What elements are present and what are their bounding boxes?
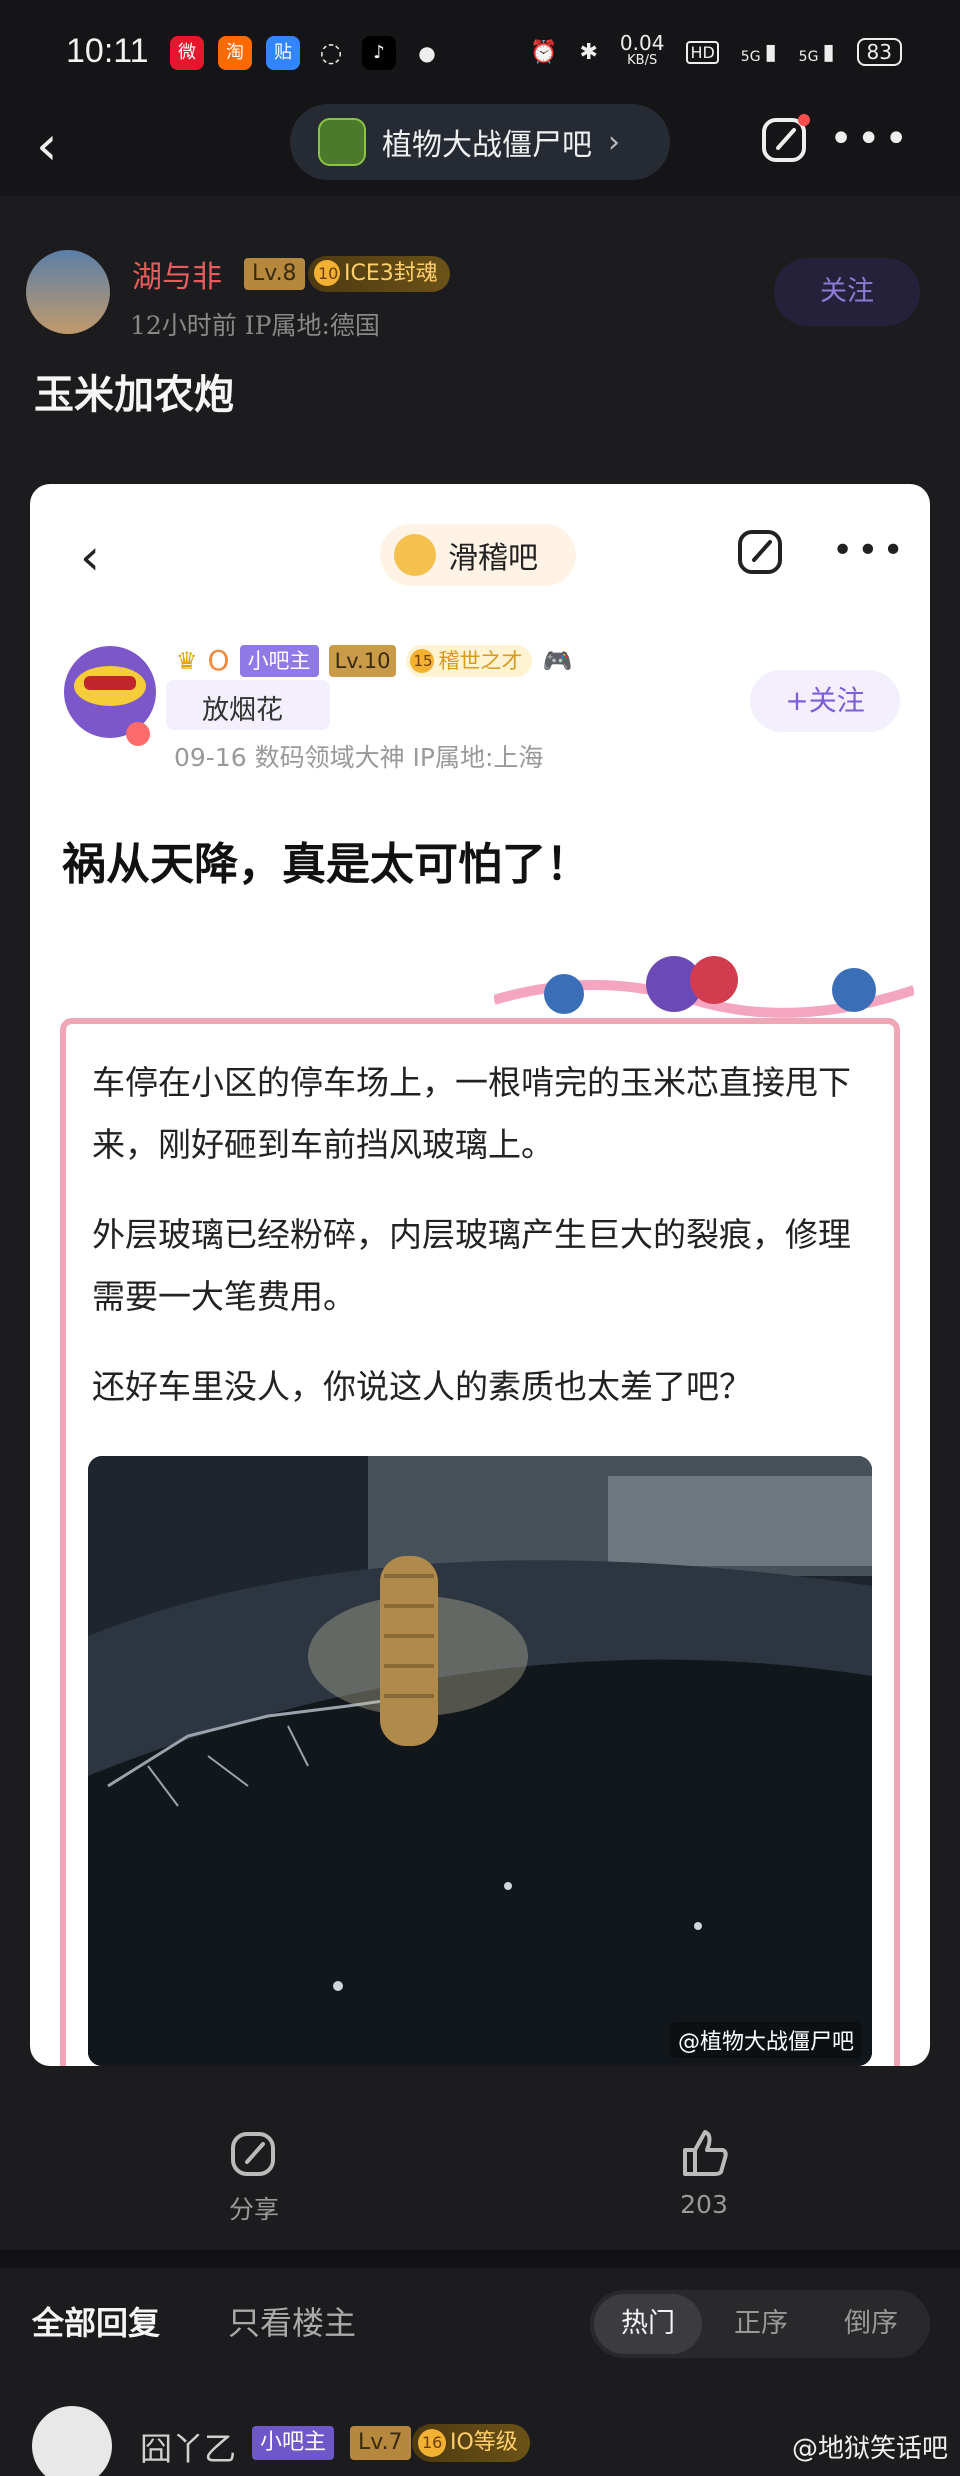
like-count: 203 bbox=[680, 2190, 728, 2219]
weibo-icon: 微 bbox=[170, 36, 204, 70]
status-bar: 10:11 微 淘 贴 ◌ ♪ ● ⏰ ✱ 0.04 KB/S HD 5G ▮ 5… bbox=[0, 0, 960, 110]
share-icon bbox=[231, 2132, 275, 2176]
photo-illustration bbox=[88, 1456, 872, 2066]
embedded-share-icon bbox=[738, 530, 782, 574]
embedded-medal-number: 15 bbox=[413, 651, 433, 670]
share-icon[interactable] bbox=[760, 112, 812, 164]
like-action[interactable]: 203 bbox=[634, 2126, 774, 2219]
embedded-medal: 15 稽世之才 bbox=[406, 644, 533, 677]
embedded-badges: ♛ O 小吧主 Lv.10 15 稽世之才 🎮 bbox=[176, 644, 572, 677]
body-paragraph-1: 车停在小区的停车场上，一根啃完的玉米芯直接甩下来，刚好砸到车前挡风玻璃上。 bbox=[92, 1063, 851, 1164]
tab-all-replies[interactable]: 全部回复 bbox=[32, 2298, 160, 2344]
embedded-medal-text: 稽世之才 bbox=[438, 648, 523, 673]
crown-icon: ♛ bbox=[176, 646, 198, 675]
site-watermark: @地狱笑话吧 bbox=[791, 2434, 948, 2464]
embedded-forum-chip: 滑稽吧 bbox=[380, 524, 576, 586]
embedded-screenshot[interactable]: ‹ 滑稽吧 ••• ♛ O 小吧主 Lv.10 15 稽世之才 🎮 放烟花 09… bbox=[30, 484, 930, 2066]
reply-author-name[interactable]: 囧丫乙 bbox=[140, 2424, 236, 2470]
role-badge: 小吧主 bbox=[239, 644, 319, 677]
embedded-body: 车停在小区的停车场上，一根啃完的玉米芯直接甩下来，刚好砸到车前挡风玻璃上。 外层… bbox=[92, 1052, 882, 1446]
medal-badge: 10 ICE3封魂 bbox=[308, 256, 450, 292]
tab-op-only[interactable]: 只看楼主 bbox=[228, 2298, 356, 2344]
embedded-meta: 09-16 数码领域大神 IP属地:上海 bbox=[174, 743, 544, 772]
embedded-more-icon: ••• bbox=[832, 530, 908, 571]
follow-button[interactable]: 关注 bbox=[774, 258, 920, 326]
bluetooth-icon: ✱ bbox=[579, 39, 598, 65]
reply-tabs: 全部回复 只看楼主 热门 正序 倒序 bbox=[0, 2268, 960, 2378]
more-icon[interactable]: ••• bbox=[829, 116, 912, 162]
messages-icon: ◌ bbox=[319, 38, 343, 68]
medal-number: 10 bbox=[318, 264, 339, 283]
net-speed: 0.04 KB/S bbox=[619, 31, 665, 70]
chevron-right-icon: › bbox=[608, 124, 620, 160]
tiktok-icon: ♪ bbox=[362, 36, 396, 70]
taobao-icon: 淘 bbox=[218, 36, 252, 70]
post-meta: 12小时前 IP属地:德国 bbox=[130, 311, 380, 340]
forum-avatar bbox=[318, 118, 366, 166]
status-indicators: ⏰ ✱ 0.04 KB/S HD 5G ▮ 5G ▮ 83 bbox=[530, 31, 902, 70]
share-action[interactable]: 分享 bbox=[184, 2126, 324, 2226]
embedded-tag: 放烟花 bbox=[166, 680, 330, 730]
net-label-2: 5G bbox=[798, 48, 819, 65]
body-paragraph-2: 外层玻璃已经粉碎，内层玻璃产生巨大的裂痕，修理需要一大笔费用。 bbox=[92, 1215, 851, 1316]
body-paragraph-3: 还好车里没人，你说这人的素质也太差了吧？ bbox=[92, 1367, 752, 1406]
forum-chip[interactable]: 植物大战僵尸吧 › bbox=[290, 104, 670, 180]
sort-hot[interactable]: 热门 bbox=[594, 2294, 702, 2354]
status-app-icons: 微 淘 贴 ◌ ♪ ● bbox=[170, 36, 444, 70]
author-avatar[interactable] bbox=[26, 250, 110, 334]
net-speed-value: 0.04 bbox=[619, 31, 665, 55]
section-divider bbox=[0, 2250, 960, 2268]
sort-desc[interactable]: 倒序 bbox=[844, 2290, 898, 2358]
signal-bars-icon: ▮ bbox=[822, 39, 835, 65]
post-title: 玉米加农炮 bbox=[34, 371, 234, 418]
photo-watermark: @植物大战僵尸吧 bbox=[669, 2022, 862, 2058]
level-badge: Lv.8 bbox=[244, 258, 305, 290]
embedded-forum-name: 滑稽吧 bbox=[448, 541, 538, 576]
signal-1: 5G ▮ bbox=[741, 40, 777, 65]
status-time: 10:11 bbox=[66, 32, 149, 70]
alarm-icon: ⏰ bbox=[530, 39, 558, 65]
top-nav: ‹ 植物大战僵尸吧 › ••• bbox=[0, 96, 960, 196]
reply-medal: 16 IO等级 bbox=[412, 2424, 530, 2462]
reply-level-badge: Lv.7 bbox=[350, 2426, 411, 2460]
net-label-1: 5G bbox=[740, 48, 761, 65]
embedded-avatar bbox=[64, 646, 156, 746]
battery-level: 83 bbox=[856, 38, 902, 66]
reply-medal-number: 16 bbox=[422, 2433, 443, 2452]
medal-text: ICE3封魂 bbox=[344, 261, 438, 286]
back-icon[interactable]: ‹ bbox=[36, 118, 58, 174]
reply-medal-text: IO等级 bbox=[450, 2430, 518, 2455]
forum-name: 植物大战僵尸吧 bbox=[382, 128, 592, 163]
net-speed-unit: KB/S bbox=[627, 53, 658, 68]
sort-asc[interactable]: 正序 bbox=[734, 2290, 788, 2358]
signal-bars-icon: ▮ bbox=[764, 39, 777, 65]
tieba-icon: 贴 bbox=[266, 36, 300, 70]
share-label: 分享 bbox=[228, 2195, 279, 2224]
embedded-follow-button: +关注 bbox=[750, 670, 900, 732]
author-name[interactable]: 湖与非 bbox=[132, 252, 222, 296]
hd-icon: HD bbox=[686, 40, 719, 64]
gamepad-icon: 🎮 bbox=[542, 646, 573, 675]
thumbs-up-icon bbox=[683, 2130, 728, 2176]
signal-2: 5G ▮ bbox=[799, 40, 835, 65]
embedded-title: 祸从天降，真是太可怕了！ bbox=[62, 839, 590, 890]
car-windshield-photo[interactable]: @植物大战僵尸吧 bbox=[88, 1456, 872, 2066]
post-actions: 分享 203 bbox=[0, 2070, 960, 2250]
sort-toggle: 热门 正序 倒序 bbox=[590, 2290, 930, 2358]
embedded-back-icon: ‹ bbox=[80, 528, 100, 586]
reply-role-badge: 小吧主 bbox=[252, 2426, 335, 2460]
embedded-level-badge: Lv.10 bbox=[328, 644, 397, 677]
embedded-tag-text: 放烟花 bbox=[202, 695, 283, 726]
crown-count: O bbox=[207, 644, 230, 677]
smiley-face-icon bbox=[394, 534, 436, 576]
reply-avatar[interactable] bbox=[32, 2406, 112, 2476]
dot-icon: ● bbox=[418, 41, 436, 65]
